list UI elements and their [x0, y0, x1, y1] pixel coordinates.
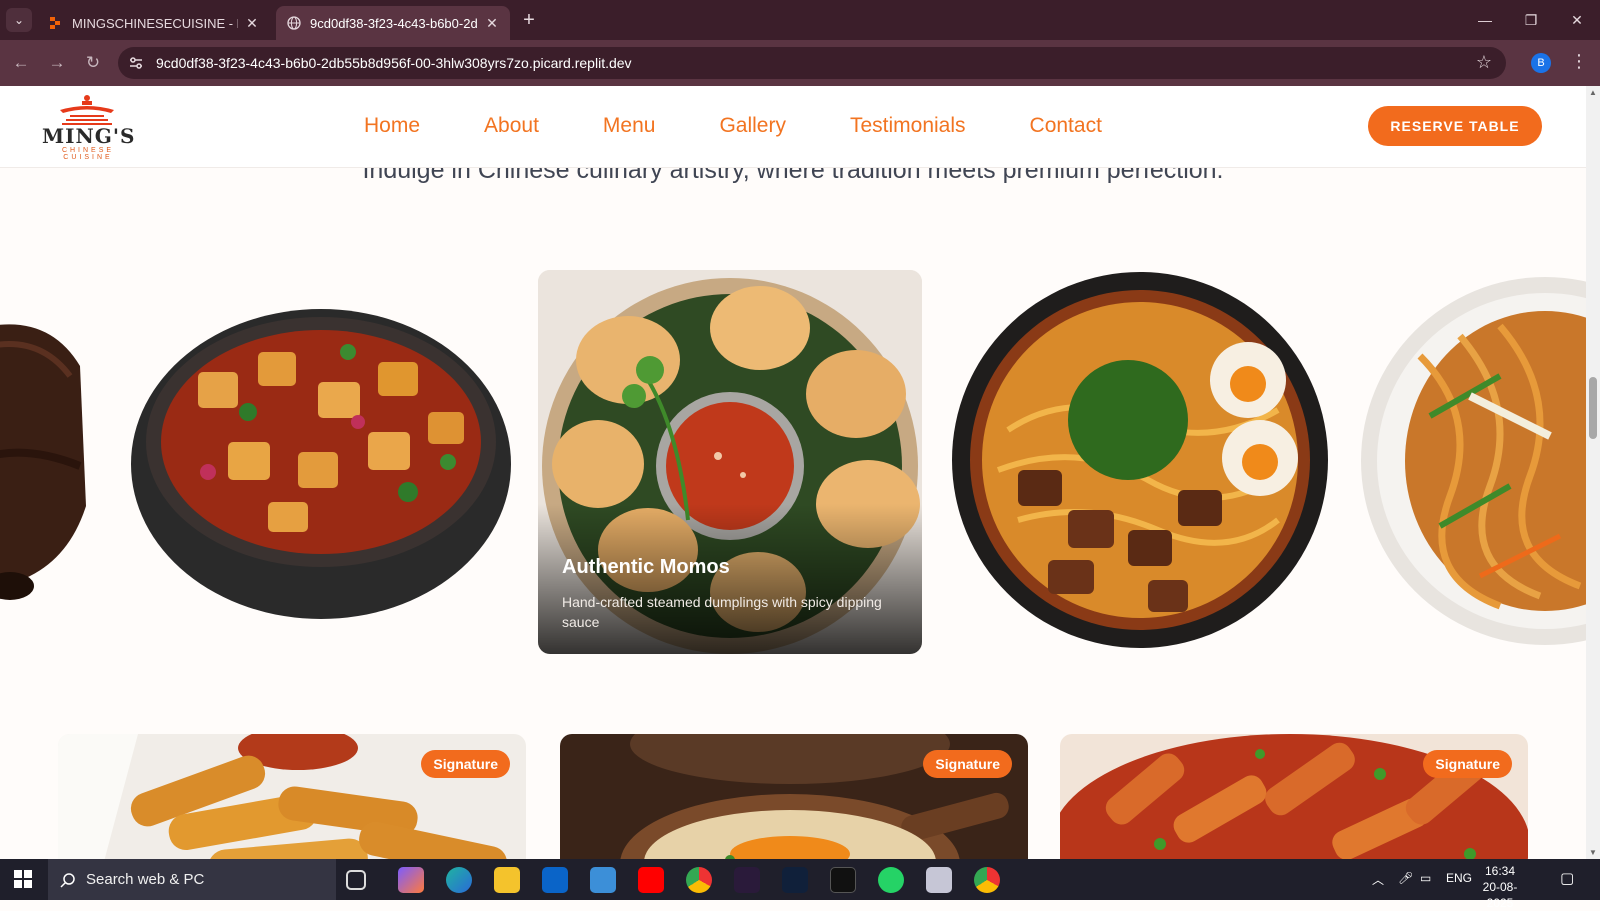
clock-time: 16:34	[1484, 864, 1516, 878]
scroll-down-arrow[interactable]: ▼	[1588, 848, 1598, 857]
edge-icon[interactable]	[446, 867, 472, 893]
close-tab-icon[interactable]: ✕	[484, 15, 500, 32]
logo-lantern-icon	[60, 95, 114, 125]
windows-taskbar: Search web & PC ︿ 🎤︎ ▭ ENG 16:34 20-08-2…	[0, 859, 1600, 910]
main-nav: Home About Menu Gallery Testimonials Con…	[364, 114, 1166, 138]
signature-card-soup[interactable]: Signature	[560, 734, 1028, 859]
youtube-icon[interactable]	[638, 867, 664, 893]
hotstar-icon[interactable]	[782, 867, 808, 893]
chrome-icon[interactable]	[686, 867, 712, 893]
outlook-icon[interactable]	[542, 867, 568, 893]
site-info-icon[interactable]	[128, 55, 144, 71]
windows-start-icon[interactable]	[14, 870, 32, 888]
new-tab-button[interactable]: +	[518, 9, 540, 31]
reload-icon[interactable]: ↻	[80, 50, 106, 76]
page-viewport: MING'S CHINESE CUISINE Home About Menu G…	[0, 86, 1586, 859]
signature-badge: Signature	[421, 750, 510, 778]
ramen-image[interactable]	[948, 270, 1332, 650]
system-clock[interactable]: 16:34 20-08-2025	[1470, 863, 1530, 911]
nav-menu[interactable]: Menu	[603, 114, 656, 138]
browser-tab-bar: ⌄ MINGSCHINESECUISINE - Replit ✕ 9cd0df3…	[0, 0, 1600, 40]
replit-icon	[48, 15, 64, 31]
signature-card-spring-rolls[interactable]: Signature	[58, 734, 526, 859]
search-icon	[60, 872, 75, 888]
chrome-profile-icon[interactable]	[974, 867, 1000, 893]
bookmark-star-icon[interactable]: ☆	[1476, 52, 1492, 73]
hakka-noodles-image[interactable]	[1360, 276, 1586, 646]
scrollbar-thumb[interactable]	[1589, 377, 1597, 439]
taskbar-search[interactable]: Search web & PC	[48, 859, 336, 900]
task-view-icon[interactable]	[346, 870, 366, 890]
whatsapp-icon[interactable]	[878, 867, 904, 893]
brownie-image[interactable]	[0, 306, 86, 606]
clock-date: 20-08-2025	[1482, 880, 1518, 910]
file-explorer-icon[interactable]	[494, 867, 520, 893]
network-icon[interactable]: ▭	[1420, 871, 1431, 885]
scroll-up-arrow[interactable]: ▲	[1588, 88, 1598, 97]
microphone-icon[interactable]: 🎤︎	[1398, 871, 1413, 885]
page-scrollbar[interactable]: ▲ ▼	[1586, 86, 1600, 859]
nav-testimonials[interactable]: Testimonials	[850, 114, 966, 138]
forward-icon[interactable]: →	[44, 50, 70, 76]
tab-title: 9cd0df38-3f23-4c43-b6b0-2db	[310, 15, 478, 31]
reserve-table-button[interactable]: RESERVE TABLE	[1368, 106, 1542, 146]
url-text: 9cd0df38-3f23-4c43-b6b0-2db55b8d956f-00-…	[156, 55, 632, 71]
site-header: MING'S CHINESE CUISINE Home About Menu G…	[0, 86, 1586, 168]
nav-home[interactable]: Home	[364, 114, 420, 138]
notifications-icon[interactable]: ▢	[1560, 869, 1574, 887]
app-umbrella-icon[interactable]	[926, 867, 952, 893]
copilot-icon[interactable]	[398, 867, 424, 893]
tab-title: MINGSCHINESECUISINE - Replit	[72, 15, 238, 31]
search-placeholder: Search web & PC	[86, 871, 205, 888]
site-logo[interactable]: MING'S CHINESE CUISINE	[40, 94, 136, 161]
address-bar[interactable]: 9cd0df38-3f23-4c43-b6b0-2db55b8d956f-00-…	[118, 47, 1506, 79]
more-menu-icon[interactable]: ⋮	[1570, 51, 1588, 72]
carousel-card-active[interactable]: Authentic Momos Hand-crafted steamed dum…	[538, 270, 922, 654]
minimize-icon[interactable]: —	[1462, 6, 1508, 34]
globe-icon	[286, 15, 302, 31]
tray-chevron-icon[interactable]: ︿	[1372, 871, 1384, 888]
profile-avatar[interactable]: B	[1531, 53, 1551, 73]
tab-search-button[interactable]: ⌄	[6, 8, 32, 32]
close-window-icon[interactable]: ✕	[1554, 6, 1600, 34]
browser-toolbar: ← → ↻ 9cd0df38-3f23-4c43-b6b0-2db55b8d95…	[0, 40, 1600, 86]
close-tab-icon[interactable]: ✕	[244, 15, 260, 32]
nav-about[interactable]: About	[484, 114, 539, 138]
logo-subtitle: CHINESE CUISINE	[61, 147, 115, 161]
app-c-icon[interactable]	[830, 867, 856, 893]
language-indicator[interactable]: ENG	[1446, 871, 1472, 885]
control-panel-icon[interactable]	[590, 867, 616, 893]
restore-icon[interactable]: ❐	[1508, 6, 1554, 34]
card-description: Hand-crafted steamed dumplings with spic…	[562, 594, 882, 630]
signature-card-chilli[interactable]: Signature	[1060, 734, 1528, 859]
back-icon[interactable]: ←	[8, 50, 34, 76]
tab-replit[interactable]: MINGSCHINESECUISINE - Replit ✕	[38, 6, 270, 40]
sony-liv-icon[interactable]	[734, 867, 760, 893]
tab-preview[interactable]: 9cd0df38-3f23-4c43-b6b0-2db ✕	[276, 6, 510, 40]
logo-brand: MING'S	[42, 124, 136, 148]
signature-badge: Signature	[1423, 750, 1512, 778]
card-title: Authentic Momos	[562, 556, 730, 578]
nav-gallery[interactable]: Gallery	[719, 114, 786, 138]
signature-badge: Signature	[923, 750, 1012, 778]
chilli-paneer-image[interactable]	[128, 292, 514, 622]
nav-contact[interactable]: Contact	[1030, 114, 1102, 138]
